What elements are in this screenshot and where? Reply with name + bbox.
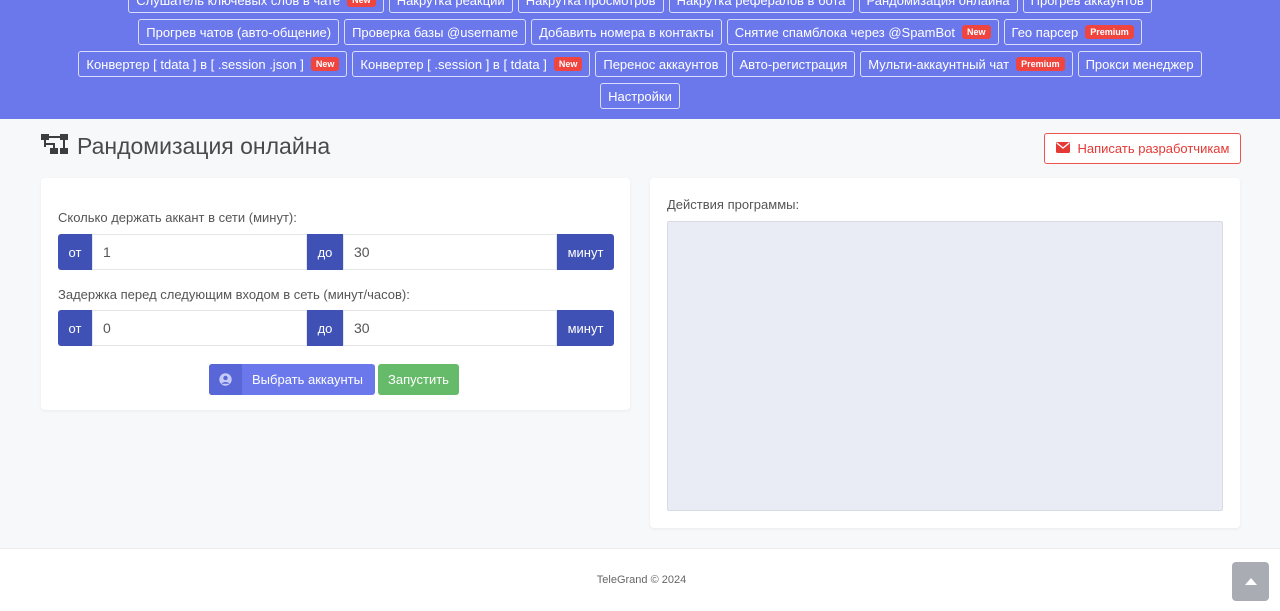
log-textarea[interactable]	[667, 221, 1223, 511]
online-duration-group: от 1 до 30 минут	[58, 234, 614, 270]
nav-item-label: Накрутка реакций	[396, 0, 505, 8]
online-from-prefix: от	[58, 234, 92, 270]
online-to-prefix: до	[307, 234, 343, 270]
nav-item[interactable]: Слушатель ключевых слов в чате New	[128, 0, 384, 13]
premium-badge: Premium	[1085, 25, 1134, 39]
nav-item[interactable]: Накрутка реакций	[388, 0, 513, 13]
delay-group: от 0 до 30 минут	[58, 310, 614, 346]
new-badge: New	[962, 25, 991, 39]
nav-row: Настройки	[0, 83, 1280, 109]
contact-developers-label: Написать разработчикам	[1077, 141, 1230, 156]
nav-item[interactable]: Настройки	[600, 83, 680, 109]
nav-item[interactable]: Перенос аккаунтов	[595, 51, 727, 77]
footer: TeleGrand © 2024	[0, 548, 1280, 611]
online-duration-label: Сколько держать аккант в сети (минут):	[58, 210, 297, 225]
nav-item-label: Снятие спамблока через @SpamBot	[734, 24, 956, 40]
start-button[interactable]: Запустить	[378, 364, 459, 395]
nav-item[interactable]: Конвертер [ tdata ] в [ .session .json ]…	[78, 51, 348, 77]
online-to-input[interactable]: 30	[343, 234, 557, 270]
footer-copyright: TeleGrand © 2024	[596, 574, 687, 586]
nav-item[interactable]: Прогрев чатов (авто-общение)	[138, 19, 340, 45]
nav-row: Слушатель ключевых слов в чате New Накрутк…	[0, 0, 1280, 13]
nav-item-label: Добавить номера в контакты	[539, 24, 714, 40]
scroll-to-top-button[interactable]	[1232, 562, 1269, 601]
nav-item-label: Авто-регистрация	[739, 56, 848, 72]
nav-item-label: Слушатель ключевых слов в чате	[136, 0, 341, 8]
new-badge: New	[310, 57, 340, 71]
nav-item-label: Рандомизация онлайна	[866, 0, 1010, 8]
page-title: Рандомизация онлайна	[77, 133, 331, 159]
nav-item-label: Прокси менеджер	[1085, 56, 1194, 72]
nav-row: Прогрев чатов (авто-общение) Проверка баз…	[0, 19, 1280, 45]
nav-item[interactable]: Добавить номера в контакты	[531, 19, 722, 45]
nav-item[interactable]: Гео парсер Premium	[1003, 19, 1142, 45]
nav-item[interactable]: Снятие спамблока через @SpamBot New	[726, 19, 999, 45]
log-label: Действия программы:	[667, 197, 800, 212]
nav-item[interactable]: Прокси менеджер	[1077, 51, 1202, 77]
nav-item-label: Настройки	[608, 88, 672, 104]
settings-card: Сколько держать аккант в сети (минут): о…	[41, 178, 630, 410]
contact-developers-button[interactable]: Написать разработчикам	[1044, 133, 1241, 164]
nav-item-label: Конвертер [ .session ] в [ tdata ]	[360, 56, 547, 72]
select-accounts-label: Выбрать аккаунты	[252, 372, 363, 387]
delay-from-prefix: от	[58, 310, 92, 346]
nav-item-label: Перенос аккаунтов	[603, 56, 719, 72]
nav-item-label: Прогрев аккаунтов	[1030, 0, 1144, 8]
nav-item-label: Накрутка просмотров	[525, 0, 656, 8]
delay-label: Задержка перед следующим входом в сеть (…	[58, 287, 410, 302]
new-badge: New	[347, 0, 376, 7]
envelope-icon	[1055, 141, 1070, 156]
nav-item-label: Мульти-аккаунтный чат	[868, 56, 1010, 72]
nav-item[interactable]: Конвертер [ .session ] в [ tdata ] New	[352, 51, 591, 77]
sitemap-icon	[40, 133, 69, 160]
delay-to-input[interactable]: 30	[343, 310, 557, 346]
delay-unit-suffix: минут	[557, 310, 614, 346]
nav-item[interactable]: Авто-регистрация	[731, 51, 856, 77]
new-badge: New	[553, 57, 583, 71]
nav-item-label: Прогрев чатов (авто-общение)	[146, 24, 332, 40]
nav-row: Конвертер [ tdata ] в [ .session .json ]…	[0, 51, 1280, 77]
delay-from-input[interactable]: 0	[92, 310, 307, 346]
online-from-input[interactable]: 1	[92, 234, 307, 270]
nav-item[interactable]: Накрутка рефералов в бота	[668, 0, 854, 13]
nav-item-label: Накрутка рефералов в бота	[676, 0, 846, 8]
user-circle-icon	[209, 364, 242, 395]
nav-item[interactable]: Проверка базы @username	[344, 19, 527, 45]
nav-item-label: Гео парсер	[1011, 24, 1079, 40]
nav-item-label: Конвертер [ tdata ] в [ .session .json ]	[86, 56, 304, 72]
nav-item[interactable]: Прогрев аккаунтов	[1022, 0, 1152, 13]
select-accounts-button[interactable]: Выбрать аккаунты	[209, 364, 375, 395]
delay-to-prefix: до	[307, 310, 343, 346]
top-navigation: Слушатель ключевых слов в чате New Накрутк…	[0, 0, 1280, 119]
nav-item[interactable]: Рандомизация онлайна	[858, 0, 1018, 13]
nav-item[interactable]: Мульти-аккаунтный чат Premium	[860, 51, 1073, 77]
page-header: Рандомизация онлайна	[40, 133, 330, 160]
nav-item-label: Проверка базы @username	[352, 24, 519, 40]
premium-badge: Premium	[1016, 57, 1065, 71]
online-unit-suffix: минут	[557, 234, 614, 270]
chevron-up-icon	[1244, 573, 1257, 591]
nav-item[interactable]: Накрутка просмотров	[517, 0, 664, 13]
log-card: Действия программы:	[650, 178, 1240, 528]
